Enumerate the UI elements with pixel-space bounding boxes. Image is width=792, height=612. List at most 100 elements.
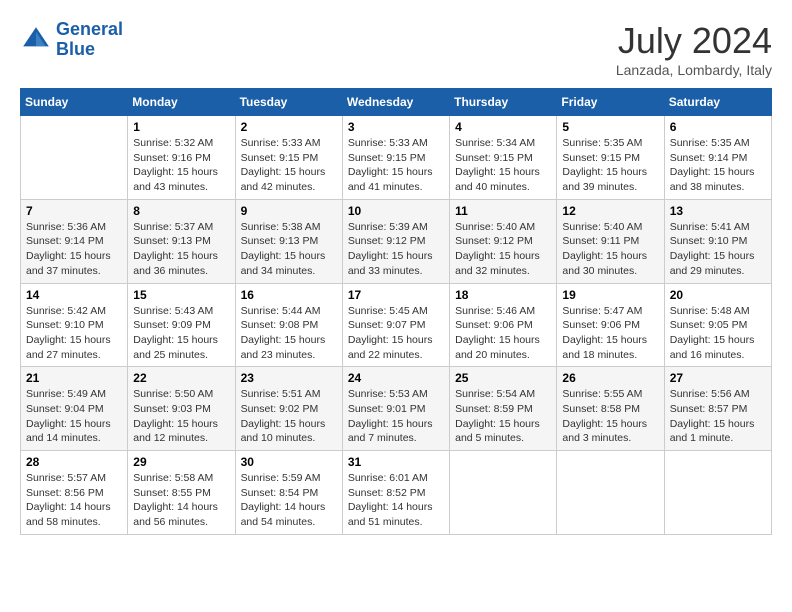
day-info: Sunrise: 6:01 AMSunset: 8:52 PMDaylight:…: [348, 471, 444, 530]
day-number: 12: [562, 204, 658, 218]
calendar-cell: 12 Sunrise: 5:40 AMSunset: 9:11 PMDayligh…: [557, 199, 664, 283]
title-block: July 2024 Lanzada, Lombardy, Italy: [616, 20, 772, 78]
day-info: Sunrise: 5:33 AMSunset: 9:15 PMDaylight:…: [241, 136, 337, 195]
day-info: Sunrise: 5:34 AMSunset: 9:15 PMDaylight:…: [455, 136, 551, 195]
weekday-header-row: SundayMondayTuesdayWednesdayThursdayFrid…: [21, 89, 772, 116]
day-number: 28: [26, 455, 122, 469]
calendar-header: SundayMondayTuesdayWednesdayThursdayFrid…: [21, 89, 772, 116]
weekday-header-sunday: Sunday: [21, 89, 128, 116]
calendar-week-1: 1 Sunrise: 5:32 AMSunset: 9:16 PMDaylight…: [21, 116, 772, 200]
calendar-cell: 24 Sunrise: 5:53 AMSunset: 9:01 PMDayligh…: [342, 367, 449, 451]
calendar-cell: 28Sunrise: 5:57 AMSunset: 8:56 PMDayligh…: [21, 451, 128, 535]
day-info: Sunrise: 5:38 AMSunset: 9:13 PMDaylight:…: [241, 220, 337, 279]
day-number: 26: [562, 371, 658, 385]
calendar-cell: 20 Sunrise: 5:48 AMSunset: 9:05 PMDayligh…: [664, 283, 771, 367]
day-number: 7: [26, 204, 122, 218]
day-info: Sunrise: 5:41 AMSunset: 9:10 PMDaylight:…: [670, 220, 766, 279]
day-number: 10: [348, 204, 444, 218]
logo-text: General Blue: [56, 20, 123, 60]
calendar-cell: [664, 451, 771, 535]
day-number: 22: [133, 371, 229, 385]
calendar-cell: 27Sunrise: 5:56 AMSunset: 8:57 PMDayligh…: [664, 367, 771, 451]
calendar-cell: 5 Sunrise: 5:35 AMSunset: 9:15 PMDaylight…: [557, 116, 664, 200]
weekday-header-saturday: Saturday: [664, 89, 771, 116]
calendar-week-3: 14Sunrise: 5:42 AMSunset: 9:10 PMDayligh…: [21, 283, 772, 367]
calendar-cell: 13 Sunrise: 5:41 AMSunset: 9:10 PMDayligh…: [664, 199, 771, 283]
calendar-cell: 2 Sunrise: 5:33 AMSunset: 9:15 PMDaylight…: [235, 116, 342, 200]
calendar-week-4: 21 Sunrise: 5:49 AMSunset: 9:04 PMDayligh…: [21, 367, 772, 451]
calendar-cell: 17Sunrise: 5:45 AMSunset: 9:07 PMDayligh…: [342, 283, 449, 367]
day-number: 25: [455, 371, 551, 385]
day-number: 19: [562, 288, 658, 302]
calendar-cell: 8Sunrise: 5:37 AMSunset: 9:13 PMDaylight…: [128, 199, 235, 283]
day-info: Sunrise: 5:49 AMSunset: 9:04 PMDaylight:…: [26, 387, 122, 446]
day-number: 8: [133, 204, 229, 218]
calendar-cell: 3Sunrise: 5:33 AMSunset: 9:15 PMDaylight…: [342, 116, 449, 200]
calendar-cell: [21, 116, 128, 200]
day-number: 13: [670, 204, 766, 218]
calendar-cell: 25 Sunrise: 5:54 AMSunset: 8:59 PMDayligh…: [450, 367, 557, 451]
logo-line1: General: [56, 19, 123, 39]
calendar-body: 1 Sunrise: 5:32 AMSunset: 9:16 PMDaylight…: [21, 116, 772, 535]
day-info: Sunrise: 5:35 AMSunset: 9:15 PMDaylight:…: [562, 136, 658, 195]
calendar-cell: 14Sunrise: 5:42 AMSunset: 9:10 PMDayligh…: [21, 283, 128, 367]
calendar-cell: 31 Sunrise: 6:01 AMSunset: 8:52 PMDayligh…: [342, 451, 449, 535]
day-info: Sunrise: 5:32 AMSunset: 9:16 PMDaylight:…: [133, 136, 229, 195]
day-number: 4: [455, 120, 551, 134]
day-number: 2: [241, 120, 337, 134]
page-header: General Blue July 2024 Lanzada, Lombardy…: [20, 20, 772, 78]
day-info: Sunrise: 5:53 AMSunset: 9:01 PMDaylight:…: [348, 387, 444, 446]
day-number: 16: [241, 288, 337, 302]
logo: General Blue: [20, 20, 123, 60]
calendar-cell: 10Sunrise: 5:39 AMSunset: 9:12 PMDayligh…: [342, 199, 449, 283]
day-number: 5: [562, 120, 658, 134]
day-info: Sunrise: 5:54 AMSunset: 8:59 PMDaylight:…: [455, 387, 551, 446]
calendar-cell: 23 Sunrise: 5:51 AMSunset: 9:02 PMDayligh…: [235, 367, 342, 451]
weekday-header-thursday: Thursday: [450, 89, 557, 116]
day-info: Sunrise: 5:47 AMSunset: 9:06 PMDaylight:…: [562, 304, 658, 363]
day-number: 11: [455, 204, 551, 218]
day-info: Sunrise: 5:48 AMSunset: 9:05 PMDaylight:…: [670, 304, 766, 363]
logo-icon: [20, 24, 52, 56]
weekday-header-friday: Friday: [557, 89, 664, 116]
day-number: 23: [241, 371, 337, 385]
day-number: 1: [133, 120, 229, 134]
calendar-cell: 11 Sunrise: 5:40 AMSunset: 9:12 PMDayligh…: [450, 199, 557, 283]
calendar-cell: [557, 451, 664, 535]
location: Lanzada, Lombardy, Italy: [616, 62, 772, 78]
weekday-header-monday: Monday: [128, 89, 235, 116]
day-info: Sunrise: 5:40 AMSunset: 9:12 PMDaylight:…: [455, 220, 551, 279]
calendar-cell: 29 Sunrise: 5:58 AMSunset: 8:55 PMDayligh…: [128, 451, 235, 535]
calendar-week-2: 7 Sunrise: 5:36 AMSunset: 9:14 PMDaylight…: [21, 199, 772, 283]
day-number: 6: [670, 120, 766, 134]
calendar-cell: 22Sunrise: 5:50 AMSunset: 9:03 PMDayligh…: [128, 367, 235, 451]
day-number: 30: [241, 455, 337, 469]
day-number: 14: [26, 288, 122, 302]
day-number: 24: [348, 371, 444, 385]
calendar-cell: 26Sunrise: 5:55 AMSunset: 8:58 PMDayligh…: [557, 367, 664, 451]
day-number: 21: [26, 371, 122, 385]
day-info: Sunrise: 5:33 AMSunset: 9:15 PMDaylight:…: [348, 136, 444, 195]
day-number: 15: [133, 288, 229, 302]
day-info: Sunrise: 5:43 AMSunset: 9:09 PMDaylight:…: [133, 304, 229, 363]
day-info: Sunrise: 5:40 AMSunset: 9:11 PMDaylight:…: [562, 220, 658, 279]
calendar-cell: 18Sunrise: 5:46 AMSunset: 9:06 PMDayligh…: [450, 283, 557, 367]
day-info: Sunrise: 5:58 AMSunset: 8:55 PMDaylight:…: [133, 471, 229, 530]
calendar-cell: 30Sunrise: 5:59 AMSunset: 8:54 PMDayligh…: [235, 451, 342, 535]
calendar-cell: 21 Sunrise: 5:49 AMSunset: 9:04 PMDayligh…: [21, 367, 128, 451]
calendar-cell: 19 Sunrise: 5:47 AMSunset: 9:06 PMDayligh…: [557, 283, 664, 367]
weekday-header-tuesday: Tuesday: [235, 89, 342, 116]
day-number: 18: [455, 288, 551, 302]
calendar-cell: 1 Sunrise: 5:32 AMSunset: 9:16 PMDaylight…: [128, 116, 235, 200]
calendar-cell: 4 Sunrise: 5:34 AMSunset: 9:15 PMDaylight…: [450, 116, 557, 200]
day-info: Sunrise: 5:36 AMSunset: 9:14 PMDaylight:…: [26, 220, 122, 279]
month-year: July 2024: [616, 20, 772, 62]
day-info: Sunrise: 5:51 AMSunset: 9:02 PMDaylight:…: [241, 387, 337, 446]
day-number: 31: [348, 455, 444, 469]
day-number: 17: [348, 288, 444, 302]
day-number: 20: [670, 288, 766, 302]
day-info: Sunrise: 5:44 AMSunset: 9:08 PMDaylight:…: [241, 304, 337, 363]
calendar-cell: [450, 451, 557, 535]
day-number: 29: [133, 455, 229, 469]
calendar-table: SundayMondayTuesdayWednesdayThursdayFrid…: [20, 88, 772, 535]
